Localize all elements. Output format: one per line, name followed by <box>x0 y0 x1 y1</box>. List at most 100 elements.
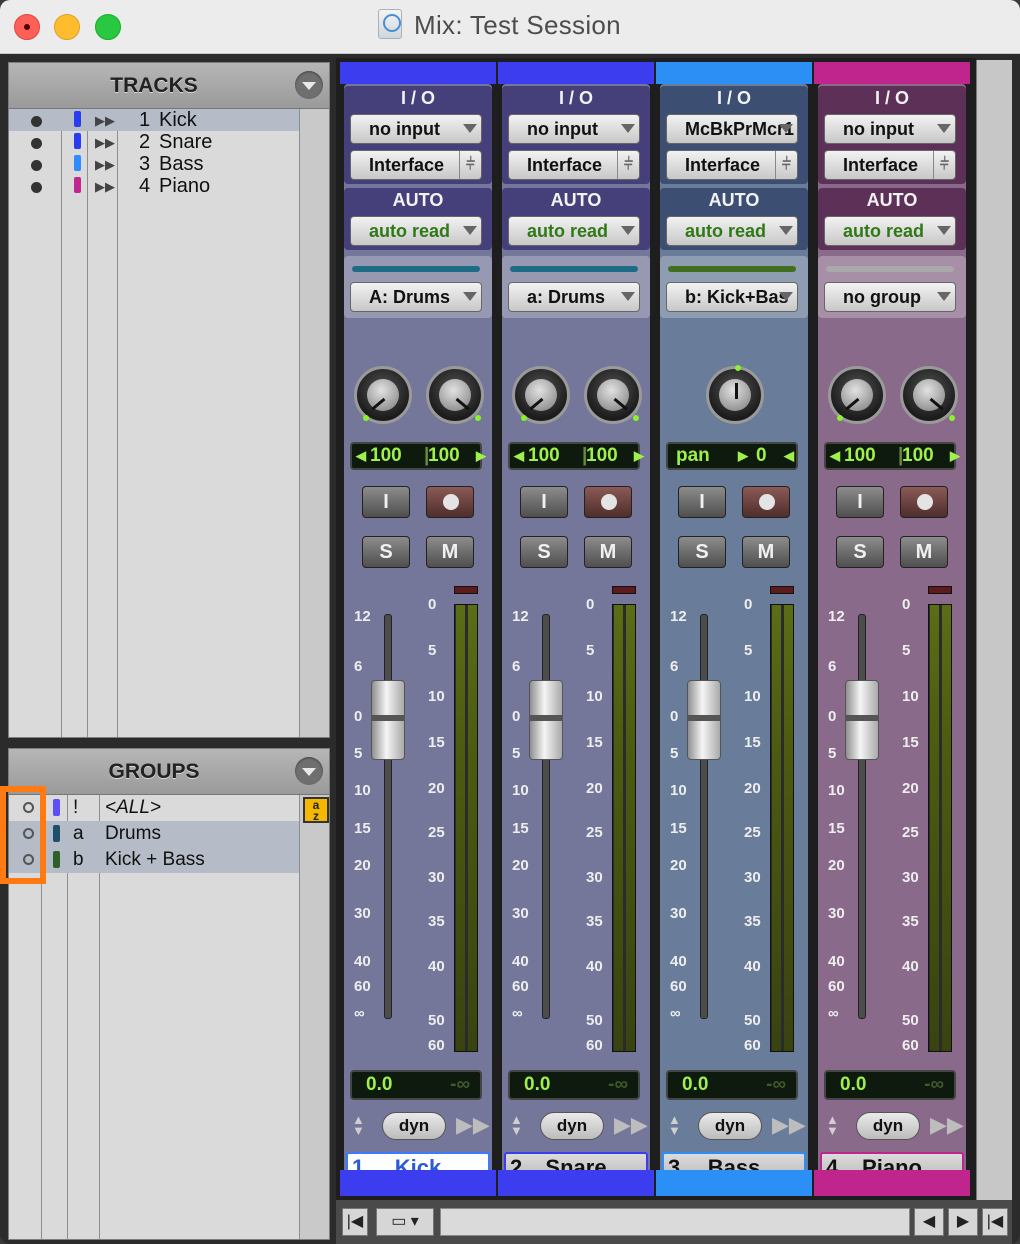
automation-mode-selector[interactable]: auto read <box>350 216 482 246</box>
volume-fader-handle[interactable] <box>371 680 405 760</box>
track-active-dot[interactable] <box>31 160 42 171</box>
track-list-item[interactable]: ▶▶ 4 Piano <box>9 175 299 197</box>
automation-mode-selector[interactable]: auto read <box>824 216 956 246</box>
group-name[interactable]: <ALL> <box>105 797 161 819</box>
groups-scrollbar[interactable] <box>299 795 329 1239</box>
tracks-menu-icon[interactable] <box>295 71 323 99</box>
scroll-to-start-icon[interactable]: |◀ <box>342 1208 368 1236</box>
solo-button[interactable]: S <box>362 536 410 568</box>
output-selector[interactable]: Interface ⫩ <box>350 150 482 180</box>
mute-button[interactable]: M <box>584 536 632 568</box>
volume-fader-track[interactable] <box>542 614 550 1019</box>
input-monitor-button[interactable]: I <box>520 486 568 518</box>
volume-fader-track[interactable] <box>384 614 392 1019</box>
solo-button[interactable]: S <box>678 536 726 568</box>
track-active-dot[interactable] <box>31 138 42 149</box>
mute-button[interactable]: M <box>426 536 474 568</box>
group-selector[interactable]: no group <box>824 282 956 312</box>
insert-bypass-icon[interactable]: ▶▶ <box>772 1112 806 1138</box>
insert-bypass-icon[interactable]: ▶▶ <box>456 1112 490 1138</box>
insert-plugin-button[interactable]: dyn <box>540 1112 604 1140</box>
input-selector[interactable]: no input <box>350 114 482 144</box>
volume-fader-handle[interactable] <box>529 680 563 760</box>
tracks-scrollbar[interactable] <box>299 109 329 737</box>
insert-scroll-icon[interactable]: ▲ ▼ <box>352 1113 365 1137</box>
solo-button[interactable]: S <box>520 536 568 568</box>
volume-readout[interactable]: 0.0 -∞ <box>508 1070 640 1100</box>
volume-readout[interactable]: 0.0 -∞ <box>824 1070 956 1100</box>
track-active-dot[interactable] <box>31 182 42 193</box>
volume-readout[interactable]: 0.0 -∞ <box>666 1070 798 1100</box>
volume-fader-handle[interactable] <box>845 680 879 760</box>
clip-indicator[interactable] <box>454 586 478 594</box>
pan-right-knob[interactable] <box>900 366 958 424</box>
input-selector[interactable]: no input <box>508 114 640 144</box>
automation-mode-selector[interactable]: auto read <box>666 216 798 246</box>
track-list-label[interactable]: Bass <box>159 153 203 176</box>
pan-left-knob[interactable] <box>354 366 412 424</box>
track-list-name[interactable]: 4 <box>139 175 150 198</box>
view-size-menu[interactable]: ▭ ▾ <box>376 1208 434 1236</box>
input-selector[interactable]: no input <box>824 114 956 144</box>
output-selector[interactable]: Interface ⫩ <box>508 150 640 180</box>
minimize-window-button[interactable] <box>54 14 80 40</box>
insert-scroll-icon[interactable]: ▲ ▼ <box>826 1113 839 1137</box>
close-window-button[interactable] <box>14 14 40 40</box>
scroll-right-icon[interactable]: ▶ <box>948 1208 978 1236</box>
zoom-window-button[interactable] <box>95 14 121 40</box>
output-selector[interactable]: Interface ⫩ <box>666 150 798 180</box>
mute-button[interactable]: M <box>742 536 790 568</box>
insert-plugin-button[interactable]: dyn <box>698 1112 762 1140</box>
track-list-label[interactable]: Kick <box>159 109 197 132</box>
insert-scroll-icon[interactable]: ▲ ▼ <box>668 1113 681 1137</box>
groups-menu-icon[interactable] <box>295 757 323 785</box>
clip-indicator[interactable] <box>612 586 636 594</box>
track-active-dot[interactable] <box>31 116 42 127</box>
a-z-sort-icon[interactable]: az <box>303 797 329 823</box>
group-selector[interactable]: b: Kick+Bas <box>666 282 798 312</box>
group-name[interactable]: Drums <box>105 823 161 845</box>
solo-button[interactable]: S <box>836 536 884 568</box>
scroll-to-end-icon[interactable]: |◀ <box>982 1208 1008 1236</box>
group-name[interactable]: Kick + Bass <box>105 849 205 871</box>
record-arm-button[interactable] <box>426 486 474 518</box>
insert-scroll-icon[interactable]: ▲ ▼ <box>510 1113 523 1137</box>
pan-right-knob[interactable] <box>426 366 484 424</box>
volume-fader-track[interactable] <box>700 614 708 1019</box>
mixer-vertical-scrollbar[interactable] <box>976 60 1012 1200</box>
insert-plugin-button[interactable]: dyn <box>856 1112 920 1140</box>
volume-fader-handle[interactable] <box>687 680 721 760</box>
group-selector[interactable]: a: Drums <box>508 282 640 312</box>
group-list-item[interactable]: b Kick + Bass <box>9 847 299 873</box>
track-list-item[interactable]: ▶▶ 1 Kick <box>9 109 299 131</box>
track-list-label[interactable]: Snare <box>159 131 212 154</box>
clip-indicator[interactable] <box>928 586 952 594</box>
track-list-name[interactable]: 2 <box>139 131 150 154</box>
track-list-name[interactable]: 3 <box>139 153 150 176</box>
insert-plugin-button[interactable]: dyn <box>382 1112 446 1140</box>
clip-indicator[interactable] <box>770 586 794 594</box>
mixer-horizontal-scrollbar[interactable] <box>440 1208 910 1236</box>
pan-readout[interactable]: ◀ 100 | 100 ▶ <box>824 442 960 470</box>
group-list-item[interactable]: ! <ALL> <box>9 795 299 821</box>
insert-bypass-icon[interactable]: ▶▶ <box>930 1112 964 1138</box>
track-list-item[interactable]: ▶▶ 3 Bass <box>9 153 299 175</box>
pan-left-knob[interactable] <box>828 366 886 424</box>
track-list-name[interactable]: 1 <box>139 109 150 132</box>
group-selector[interactable]: A: Drums <box>350 282 482 312</box>
output-selector[interactable]: Interface ⫩ <box>824 150 956 180</box>
record-arm-button[interactable] <box>584 486 632 518</box>
pan-readout[interactable]: ◀ 100 | 100 ▶ <box>508 442 644 470</box>
pan-left-knob[interactable] <box>512 366 570 424</box>
input-monitor-button[interactable]: I <box>362 486 410 518</box>
pan-readout[interactable]: ◀ 100 | 100 ▶ <box>350 442 486 470</box>
pan-knob[interactable] <box>706 365 764 424</box>
automation-mode-selector[interactable]: auto read <box>508 216 640 246</box>
track-list-item[interactable]: ▶▶ 2 Snare <box>9 131 299 153</box>
insert-bypass-icon[interactable]: ▶▶ <box>614 1112 648 1138</box>
volume-readout[interactable]: 0.0 -∞ <box>350 1070 482 1100</box>
track-list-label[interactable]: Piano <box>159 175 210 198</box>
input-monitor-button[interactable]: I <box>836 486 884 518</box>
mute-button[interactable]: M <box>900 536 948 568</box>
scroll-left-icon[interactable]: ◀ <box>914 1208 944 1236</box>
